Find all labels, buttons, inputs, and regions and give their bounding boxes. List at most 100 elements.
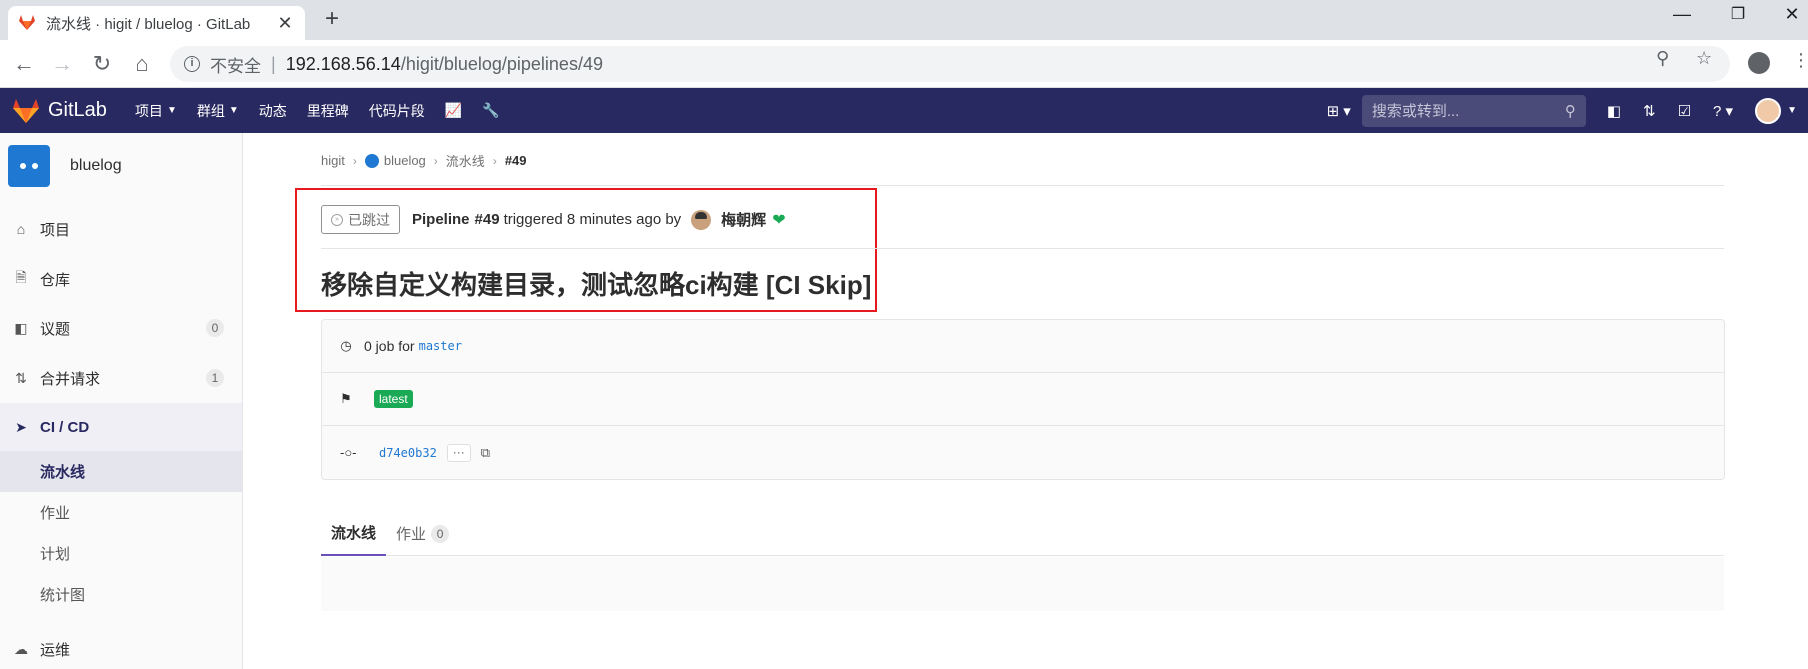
tab-jobs[interactable]: 作业 0 bbox=[386, 511, 459, 556]
chevron-down-icon: ▼ bbox=[228, 105, 239, 116]
home-icon: ⌂ bbox=[16, 221, 26, 237]
user-name[interactable]: 梅朝辉 bbox=[721, 209, 766, 230]
bookmark-star-icon[interactable]: ☆ bbox=[1696, 48, 1712, 69]
cloud-icon: ☁ bbox=[14, 640, 28, 657]
site-info-icon[interactable]: i bbox=[184, 56, 200, 72]
nav-projects[interactable]: 项目 ▼ bbox=[125, 101, 187, 121]
breadcrumb-group[interactable]: higit bbox=[321, 153, 345, 168]
project-sidebar: bluelog ⌂ 项目 🗎 仓库 ◧ 议题 0 ⇅ 合并请求 1 ➤ CI /… bbox=[0, 133, 243, 669]
gitlab-top-nav: GitLab 项目 ▼ 群组 ▼ 动态 里程碑 代码片段 📈 🔧 ⊞ ▾ 搜索或转到… bbox=[0, 88, 1808, 133]
sidebar-item-label: CI / CD bbox=[40, 418, 90, 436]
pipeline-info-box: ◷ 0 job for master ⚑ latest -○- d74e0b32… bbox=[321, 319, 1725, 480]
sidebar-item-repository[interactable]: 🗎 仓库 bbox=[0, 255, 242, 303]
sidebar-item-label: 议题 bbox=[40, 320, 71, 338]
project-small-avatar bbox=[364, 153, 379, 168]
home-page-icon[interactable]: ⌂ bbox=[128, 50, 156, 78]
sidebar-item-label: 合并请求 bbox=[40, 370, 101, 388]
insecure-label: 不安全 bbox=[210, 56, 261, 76]
address-bar: ← → ↻ ⌂ i 不安全 | 192.168.56.14/higit/blue… bbox=[0, 40, 1808, 88]
expand-commit-button[interactable]: ··· bbox=[446, 443, 471, 462]
breadcrumb-project[interactable]: bluelog bbox=[384, 153, 426, 168]
sidebar-item-operations[interactable]: ☁ 运维 bbox=[0, 625, 242, 669]
latest-badge: latest bbox=[374, 390, 413, 408]
chart-icon[interactable]: 📈 bbox=[435, 101, 472, 121]
back-icon[interactable]: ← bbox=[10, 50, 38, 78]
issues-nav-icon[interactable]: ◧ bbox=[1596, 102, 1632, 120]
gitlab-tanuki-icon bbox=[13, 98, 39, 123]
chevron-right-icon: › bbox=[433, 153, 438, 168]
sidebar-subitem-schedules[interactable]: 计划 bbox=[0, 533, 242, 574]
pipeline-graph-area bbox=[321, 557, 1724, 611]
search-placeholder: 搜索或转到... bbox=[1371, 103, 1460, 120]
jobs-text: 0 job for bbox=[364, 338, 415, 354]
divider bbox=[321, 248, 1724, 249]
url-host: 192.168.56.14 bbox=[285, 53, 401, 74]
sidebar-item-merge-requests[interactable]: ⇅ 合并请求 1 bbox=[0, 354, 242, 402]
sidebar-subitem-pipelines[interactable]: 流水线 bbox=[0, 451, 242, 492]
gitlab-favicon-icon bbox=[19, 15, 35, 30]
pipeline-id: #49 bbox=[474, 211, 500, 228]
commit-row: -○- d74e0b32 ··· ⧉ bbox=[322, 426, 1724, 479]
pipeline-label: Pipeline bbox=[412, 211, 470, 228]
breadcrumb-pipelines[interactable]: 流水线 bbox=[446, 151, 485, 170]
branch-link[interactable]: master bbox=[419, 339, 462, 353]
tab-title: 流水线 · higit / bluelog · GitLab bbox=[46, 15, 251, 33]
project-avatar bbox=[8, 145, 50, 187]
project-name: bluelog bbox=[70, 157, 122, 174]
sidebar-item-project[interactable]: ⌂ 项目 bbox=[0, 205, 242, 253]
tab-pipeline[interactable]: 流水线 bbox=[321, 511, 387, 556]
user-avatar[interactable] bbox=[691, 209, 712, 230]
status-badge[interactable]: » 已跳过 bbox=[321, 205, 400, 234]
gitlab-logo[interactable]: GitLab bbox=[12, 98, 107, 124]
copy-icon[interactable]: ⧉ bbox=[481, 445, 490, 461]
nav-groups[interactable]: 群组 ▼ bbox=[187, 101, 249, 121]
flag-icon: ⚑ bbox=[340, 391, 352, 406]
sidebar-item-issues[interactable]: ◧ 议题 0 bbox=[0, 304, 242, 352]
breadcrumb: higit › bluelog › 流水线 › #49 bbox=[321, 151, 527, 170]
minimize-icon[interactable]: — bbox=[1662, 4, 1702, 25]
merge-requests-nav-icon[interactable]: ⇅ bbox=[1632, 102, 1667, 120]
forward-icon[interactable]: → bbox=[48, 50, 76, 78]
tab-jobs-label: 作业 bbox=[396, 526, 427, 543]
url-field[interactable]: i 不安全 | 192.168.56.14/higit/bluelog/pipe… bbox=[170, 46, 1730, 82]
sidebar-project-header[interactable]: bluelog bbox=[0, 133, 242, 199]
browser-menu-icon[interactable]: ⋮ bbox=[1792, 50, 1808, 71]
sidebar-item-label: 运维 bbox=[40, 641, 71, 659]
skipped-icon: » bbox=[331, 213, 343, 226]
new-tab-button[interactable]: + bbox=[318, 6, 346, 34]
breadcrumb-current[interactable]: #49 bbox=[505, 153, 527, 168]
todos-icon[interactable]: ☑ bbox=[1667, 102, 1702, 120]
plus-square-icon[interactable]: ⊞ ▾ bbox=[1316, 102, 1362, 120]
gitlab-brand: GitLab bbox=[48, 99, 107, 121]
sidebar-subitem-jobs[interactable]: 作业 bbox=[0, 492, 242, 533]
sidebar-item-cicd[interactable]: ➤ CI / CD bbox=[0, 403, 242, 451]
reload-icon[interactable]: ↻ bbox=[88, 50, 116, 78]
jobs-row: ◷ 0 job for master bbox=[322, 320, 1724, 373]
nav-activity[interactable]: 动态 bbox=[249, 101, 297, 121]
gitlab-nav-right: ⊞ ▾ 搜索或转到... ⚲ ◧ ⇅ ☑ ? ▾ ▼ bbox=[1316, 88, 1808, 133]
help-icon[interactable]: ? ▾ bbox=[1702, 102, 1744, 120]
rocket-icon: ➤ bbox=[15, 418, 27, 435]
nav-projects-label: 项目 bbox=[134, 102, 163, 119]
browser-tab[interactable]: 流水线 · higit / bluelog · GitLab ✕ bbox=[8, 6, 305, 40]
zoom-icon[interactable]: ⚲ bbox=[1656, 48, 1669, 69]
user-menu[interactable]: ▼ bbox=[1744, 97, 1808, 124]
commit-sha-link[interactable]: d74e0b32 bbox=[379, 446, 437, 460]
tags-row: ⚑ latest bbox=[322, 373, 1724, 426]
nav-snippets[interactable]: 代码片段 bbox=[359, 101, 435, 121]
sidebar-subitem-charts[interactable]: 统计图 bbox=[0, 574, 242, 615]
tab-close-icon[interactable]: ✕ bbox=[275, 13, 295, 34]
restore-icon[interactable]: ❐ bbox=[1718, 4, 1758, 24]
doc-icon: 🗎 bbox=[15, 269, 27, 285]
window-close-icon[interactable]: ✕ bbox=[1772, 4, 1808, 25]
browser-tabstrip: 流水线 · higit / bluelog · GitLab ✕ + — ❐ ✕ bbox=[0, 0, 1808, 40]
pipeline-triggered-text: triggered 8 minutes ago by bbox=[503, 211, 682, 228]
sidebar-item-label: 仓库 bbox=[40, 271, 71, 289]
wrench-icon[interactable]: 🔧 bbox=[472, 101, 509, 121]
sidebar-item-label: 项目 bbox=[40, 221, 71, 239]
commit-icon: -○- bbox=[340, 445, 357, 460]
search-input[interactable]: 搜索或转到... ⚲ bbox=[1361, 94, 1586, 127]
nav-milestones[interactable]: 里程碑 bbox=[297, 101, 359, 121]
clock-icon: ◷ bbox=[340, 338, 352, 353]
browser-profile-icon[interactable] bbox=[1748, 52, 1770, 74]
